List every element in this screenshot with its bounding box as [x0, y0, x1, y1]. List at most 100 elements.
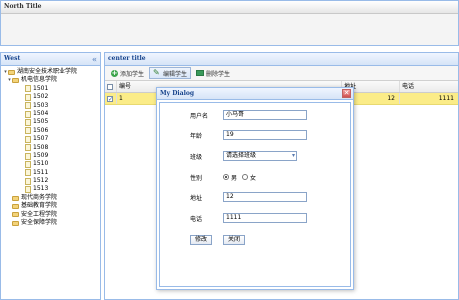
- edit-dialog: My Dialog ✕ 用户名 小马哥 年龄 19 班级 请选择班级 ▾ 性别 …: [156, 87, 354, 290]
- tree: ▾ 湖南安全技术职业学院 ▾ 机电信息学院 1501 1502 1503 1504 15…: [1, 66, 100, 227]
- file-icon: [25, 119, 31, 127]
- north-panel: North Title: [0, 0, 459, 46]
- folder-icon: [12, 220, 19, 226]
- file-icon: [25, 135, 31, 143]
- tree-node-college[interactable]: 现代商务学院: [3, 194, 100, 202]
- edit-student-button[interactable]: ✎ 编辑学生: [149, 67, 192, 79]
- row-checkbox-cell[interactable]: [105, 93, 117, 104]
- tree-node-college[interactable]: 基础教育学院: [3, 202, 100, 210]
- dialog-title[interactable]: My Dialog: [157, 88, 353, 100]
- tree-node-class[interactable]: 1501: [3, 85, 100, 93]
- add-student-label: 添加学生: [120, 70, 145, 78]
- file-icon: [25, 110, 31, 118]
- north-title: North Title: [1, 1, 458, 14]
- row-checkbox[interactable]: [107, 94, 113, 104]
- edit-student-label: 编辑学生: [163, 70, 188, 78]
- tree-node-class[interactable]: 1513: [3, 185, 100, 194]
- gender-radio-group: 男 女: [223, 173, 256, 182]
- folder-icon: [12, 212, 19, 218]
- tree-node-class[interactable]: 1511: [3, 169, 100, 177]
- tree-node-label: 1508: [33, 143, 49, 151]
- tree-node-label: 现代商务学院: [21, 193, 58, 201]
- file-icon: [25, 102, 31, 110]
- tree-node-label: 1506: [33, 126, 49, 134]
- age-field[interactable]: 19: [223, 130, 307, 140]
- tree-node-college[interactable]: 安全工程学院: [3, 211, 100, 219]
- cell-phone: 1111: [438, 95, 454, 102]
- close-icon[interactable]: ✕: [342, 89, 351, 98]
- phone-field[interactable]: 1111: [223, 213, 307, 223]
- tree-node-dept[interactable]: ▾ 机电信息学院: [3, 76, 100, 84]
- tree-node-label: 1507: [33, 135, 49, 143]
- gender-female-radio[interactable]: [242, 174, 249, 180]
- tree-node-label: 1501: [33, 84, 49, 92]
- tree-node-label: 1504: [33, 109, 49, 117]
- folder-open-icon: [12, 78, 19, 84]
- tree-node-label: 1503: [33, 101, 49, 109]
- username-row: 用户名 小马哥: [160, 110, 350, 120]
- gender-label: 性别: [190, 174, 203, 182]
- file-icon: [25, 169, 31, 177]
- tree-node-class[interactable]: 1506: [3, 127, 100, 135]
- class-select[interactable]: 请选择班级 ▾: [223, 151, 297, 161]
- phone-label: 电话: [190, 215, 203, 223]
- file-icon: [25, 152, 31, 160]
- folder-open-icon: [8, 69, 15, 75]
- select-all-cell[interactable]: [105, 81, 117, 92]
- tree-node-college[interactable]: 安全保障学院: [3, 219, 100, 227]
- username-field[interactable]: 小马哥: [223, 110, 307, 120]
- west-header: West «: [1, 53, 100, 66]
- tree-node-class[interactable]: 1502: [3, 93, 100, 101]
- west-title: West: [4, 55, 21, 62]
- delete-icon: [196, 70, 205, 76]
- file-icon: [25, 186, 31, 194]
- tree-node-class[interactable]: 1503: [3, 102, 100, 110]
- add-icon: +: [111, 68, 118, 77]
- pencil-icon: ✎: [153, 68, 160, 77]
- chevron-down-icon[interactable]: ▾: [292, 152, 295, 160]
- gender-male-label: 男: [231, 174, 238, 182]
- gender-male-radio[interactable]: [223, 174, 229, 180]
- folder-icon: [12, 203, 19, 209]
- tree-node-label: 1505: [33, 118, 49, 126]
- phone-row: 电话 1111: [160, 213, 350, 223]
- tree-node-label: 1502: [33, 93, 49, 101]
- class-label: 班级: [190, 153, 203, 161]
- tree-node-label: 1512: [33, 177, 49, 185]
- tree-node-class[interactable]: 1508: [3, 144, 100, 152]
- file-icon: [25, 144, 31, 152]
- west-panel: West « ▾ 湖南安全技术职业学院 ▾ 机电信息学院 1501 1502 150…: [0, 52, 101, 300]
- tree-node-label: 安全工程学院: [21, 210, 58, 218]
- gender-row: 性别 男 女: [160, 172, 350, 182]
- class-row: 班级 请选择班级 ▾: [160, 151, 350, 161]
- tree-node-class[interactable]: 1509: [3, 152, 100, 160]
- address-label: 地址: [190, 194, 203, 202]
- delete-student-button[interactable]: 删除学生: [193, 67, 233, 79]
- double-chevron-left-icon[interactable]: «: [92, 53, 97, 65]
- toolbar: + 添加学生 ✎ 编辑学生 删除学生: [105, 66, 458, 81]
- tree-node-class[interactable]: 1504: [3, 110, 100, 118]
- tree-node-label: 1511: [33, 168, 49, 176]
- age-row: 年龄 19: [160, 130, 350, 140]
- class-select-value: 请选择班级: [226, 152, 257, 159]
- tree-node-class[interactable]: 1512: [3, 177, 100, 185]
- close-dialog-button[interactable]: 关闭: [223, 235, 246, 245]
- file-icon: [25, 160, 31, 168]
- tree-node-label: 机电信息学院: [21, 76, 58, 84]
- gender-female-label: 女: [250, 174, 257, 182]
- tree-node-label: 基础教育学院: [21, 202, 58, 210]
- submit-edit-button[interactable]: 修改: [190, 235, 213, 245]
- column-header-phone[interactable]: 电话: [400, 81, 458, 92]
- add-student-button[interactable]: + 添加学生: [108, 67, 147, 79]
- address-field[interactable]: 12: [223, 192, 307, 202]
- folder-icon: [12, 195, 19, 201]
- select-all-checkbox[interactable]: [107, 84, 113, 90]
- tree-node-class[interactable]: 1507: [3, 135, 100, 143]
- tree-node-label: 安全保障学院: [21, 219, 58, 227]
- age-label: 年龄: [190, 132, 203, 140]
- tree-node-class[interactable]: 1510: [3, 160, 100, 168]
- tree-node-class[interactable]: 1505: [3, 118, 100, 127]
- dialog-body: 用户名 小马哥 年龄 19 班级 请选择班级 ▾ 性别 男 女 地址 12 电话…: [159, 102, 351, 287]
- username-label: 用户名: [190, 112, 209, 120]
- file-icon: [25, 85, 31, 93]
